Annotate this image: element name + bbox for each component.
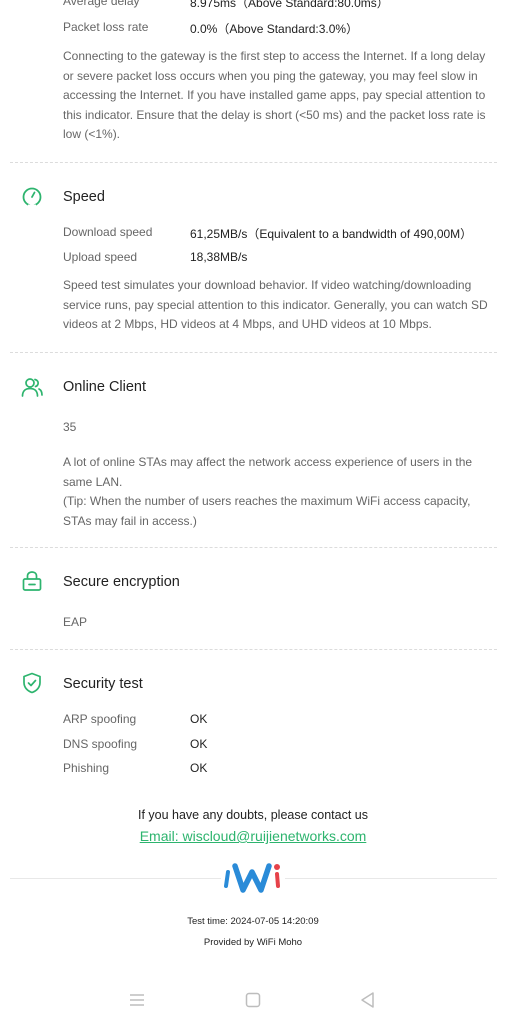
secure-encryption-title: Secure encryption <box>63 574 180 590</box>
speed-title: Speed <box>63 189 105 205</box>
dns-spoofing-value: OK <box>190 737 208 751</box>
gateway-description: Connecting to the gateway is the first s… <box>63 49 486 141</box>
section-divider <box>10 162 497 163</box>
phishing-label: Phishing <box>63 761 110 775</box>
arp-spoofing-label: ARP spoofing <box>63 712 137 726</box>
test-time: Test time: 2024-07-05 14:20:09 <box>187 916 319 927</box>
download-speed-label: Download speed <box>63 225 153 239</box>
avg-delay-label: Average delay <box>63 0 140 8</box>
speedometer-icon <box>22 187 42 208</box>
arp-spoofing-value: OK <box>190 712 208 726</box>
online-client-description: A lot of online STAs may affect the netw… <box>63 455 473 489</box>
download-speed-value: 61,25MB/s（Equivalent to a bandwidth of 4… <box>190 227 473 241</box>
triangle-back-icon[interactable] <box>358 990 378 1010</box>
contact-text: If you have any doubts, please contact u… <box>137 808 368 822</box>
online-client-count: 35 <box>63 420 77 434</box>
square-home-icon[interactable] <box>243 990 263 1010</box>
upload-speed-label: Upload speed <box>63 250 138 264</box>
encryption-value: EAP <box>63 615 88 629</box>
section-divider <box>10 352 497 353</box>
avg-delay-value: 8.975ms（Above Standard:80.0ms） <box>190 0 389 10</box>
diagnosis-result-page: Average delay 8.975ms（Above Standard:80.… <box>0 0 506 1024</box>
lock-icon <box>22 571 42 591</box>
packet-loss-label: Packet loss rate <box>63 20 149 34</box>
security-test-title: Security test <box>63 676 143 692</box>
online-client-tip: (Tip: When the number of users reaches t… <box>63 494 471 528</box>
speed-description: Speed test simulates your download behav… <box>63 278 488 331</box>
dns-spoofing-label: DNS spoofing <box>63 737 138 751</box>
packet-loss-value: 0.0%（Above Standard:3.0%） <box>190 22 359 36</box>
wifi-moho-logo <box>221 858 285 898</box>
contact-email-link[interactable]: Email: wiscloud@ruijienetworks.com <box>140 828 367 844</box>
provided-by: Provided by WiFi Moho <box>203 937 303 948</box>
contact-email-row: Email: wiscloud@ruijienetworks.com <box>0 828 506 844</box>
shield-check-icon <box>23 672 41 694</box>
section-divider <box>10 547 497 548</box>
upload-speed-value: 18,38MB/s <box>190 250 248 264</box>
phishing-value: OK <box>190 761 208 775</box>
online-client-title: Online Client <box>63 379 147 395</box>
menu-icon[interactable] <box>127 990 147 1010</box>
users-icon <box>21 378 43 397</box>
section-divider <box>10 649 497 650</box>
